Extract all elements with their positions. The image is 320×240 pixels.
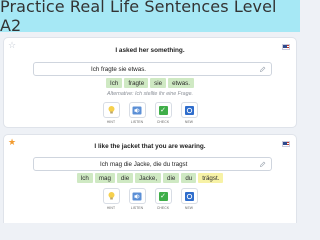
sentence-card: ★ I like the jacket that you are wearing…: [3, 134, 297, 223]
check-button[interactable]: ✓ CHECK: [154, 102, 172, 124]
check-label: CHECK: [156, 206, 170, 210]
sentence-card: ☆ I asked her something. Ich fragte sie …: [3, 37, 297, 128]
refresh-icon: [184, 105, 194, 115]
answer-text[interactable]: Ich mag die Jacke, die du tragst: [100, 161, 187, 168]
english-prompt: I asked her something.: [115, 47, 185, 54]
action-bar: HINT LISTEN ✓ CHECK NEW: [4, 102, 296, 124]
new-label: NEW: [184, 120, 194, 124]
new-button[interactable]: NEW: [180, 188, 198, 210]
listen-button[interactable]: LISTEN: [128, 102, 146, 124]
answer-text[interactable]: Ich fragte sie etwas.: [91, 66, 146, 73]
new-label: NEW: [184, 206, 194, 210]
token-correct: mag: [94, 173, 115, 183]
listen-label: LISTEN: [130, 120, 144, 124]
lightbulb-icon: [108, 192, 114, 200]
pencil-icon[interactable]: [259, 66, 266, 73]
check-button[interactable]: ✓ CHECK: [154, 188, 172, 210]
hint-label: HINT: [106, 206, 116, 210]
token-corrected: trägst.: [198, 173, 224, 183]
alternative-translation: Alternative: Ich stellte ihr eine Frage.: [107, 91, 193, 97]
token-correct: Ich: [76, 173, 93, 183]
refresh-icon: [184, 191, 194, 201]
hint-button[interactable]: HINT: [102, 188, 120, 210]
english-prompt: I like the jacket that you are wearing.: [94, 143, 206, 150]
token-correct: du: [181, 173, 197, 183]
answer-input[interactable]: Ich mag die Jacke, die du tragst: [33, 157, 272, 171]
hint-button[interactable]: HINT: [102, 102, 120, 124]
token-correct: fragte: [124, 78, 149, 88]
token-correct: Ich: [106, 78, 123, 88]
pencil-icon[interactable]: [259, 161, 266, 168]
checkmark-icon: ✓: [158, 105, 168, 115]
answer-tokens: Ich mag die Jacke, die du trägst.: [4, 173, 296, 183]
answer-input[interactable]: Ich fragte sie etwas.: [33, 62, 272, 76]
page-header: Practice Real Life Sentences Level A2: [0, 0, 300, 35]
token-correct: die: [116, 173, 134, 183]
token-correct: etwas.: [168, 78, 194, 88]
hint-label: HINT: [106, 120, 116, 124]
speaker-icon: [132, 106, 142, 114]
listen-button[interactable]: LISTEN: [128, 188, 146, 210]
action-bar: HINT LISTEN ✓ CHECK NEW: [4, 188, 296, 210]
checkmark-icon: ✓: [158, 191, 168, 201]
check-label: CHECK: [156, 120, 170, 124]
token-correct: sie: [150, 78, 167, 88]
answer-tokens: Ich fragte sie etwas.: [4, 78, 296, 88]
listen-label: LISTEN: [130, 206, 144, 210]
speaker-icon: [132, 192, 142, 200]
lightbulb-icon: [108, 106, 114, 114]
new-button[interactable]: NEW: [180, 102, 198, 124]
token-correct: Jacke,: [135, 173, 162, 183]
page-title: Practice Real Life Sentences Level A2: [0, 0, 277, 35]
token-correct: die: [163, 173, 180, 183]
